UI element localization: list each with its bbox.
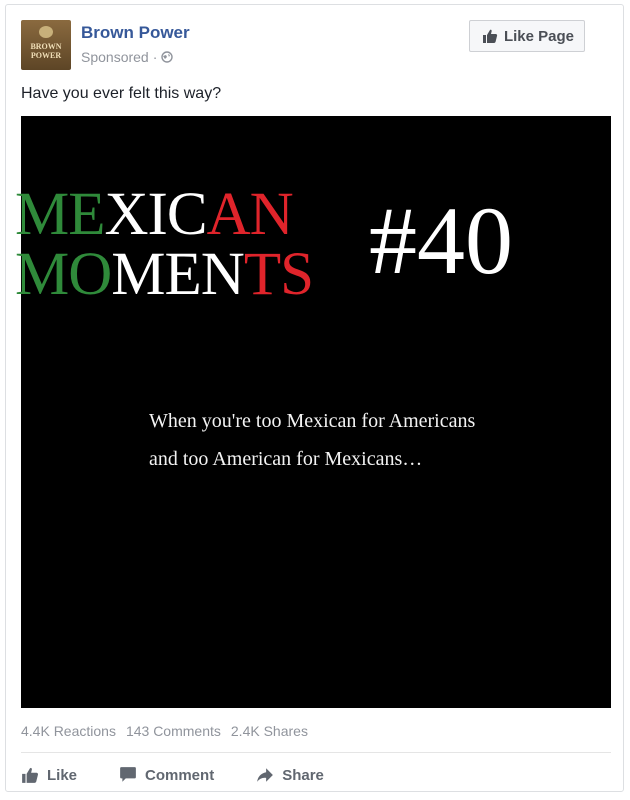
logo-crest-icon: [39, 26, 53, 38]
comment-button[interactable]: Comment: [119, 766, 214, 784]
globe-icon: [161, 51, 174, 63]
thumbs-up-icon: [22, 767, 39, 783]
sponsored-meta: Sponsored ·: [81, 49, 174, 65]
image-title-line2: MOMENTS: [15, 241, 314, 308]
share-button[interactable]: Share: [256, 766, 324, 784]
like-page-button[interactable]: Like Page: [468, 20, 585, 52]
shares-count[interactable]: 2.4K Shares: [231, 723, 308, 739]
reactions-count[interactable]: 4.4K Reactions: [21, 723, 116, 739]
thumbs-up-icon: [482, 29, 498, 43]
comment-icon: [120, 767, 136, 782]
image-title-line1: MEXICAN: [15, 181, 294, 248]
sponsored-post-card: BROWN POWER Brown Power Sponsored · Like…: [5, 4, 624, 792]
image-number: #40: [369, 187, 513, 294]
page-name-link[interactable]: Brown Power: [81, 23, 190, 43]
avatar-logo-text: BROWN POWER: [30, 42, 62, 60]
like-label: Like: [47, 766, 78, 784]
comment-label: Comment: [145, 766, 215, 784]
meta-separator: ·: [152, 49, 158, 65]
image-caption: When you're too Mexican for Americans an…: [149, 410, 476, 470]
page-avatar[interactable]: BROWN POWER: [21, 20, 71, 70]
post-image[interactable]: MEXICAN MOMENTS #40 When you're too Mexi…: [15, 116, 611, 708]
share-icon: [257, 768, 274, 782]
actions-divider: [21, 752, 611, 753]
like-button[interactable]: Like: [21, 766, 77, 784]
sponsored-label[interactable]: Sponsored: [81, 49, 149, 65]
like-page-label: Like Page: [503, 27, 574, 45]
comments-count[interactable]: 143 Comments: [126, 723, 221, 739]
engagement-stats: 4.4K Reactions 143 Comments 2.4K Shares: [21, 723, 308, 739]
post-actions: Like Comment Share: [21, 761, 611, 789]
post-text: Have you ever felt this way?: [21, 85, 222, 102]
share-label: Share: [282, 766, 324, 784]
